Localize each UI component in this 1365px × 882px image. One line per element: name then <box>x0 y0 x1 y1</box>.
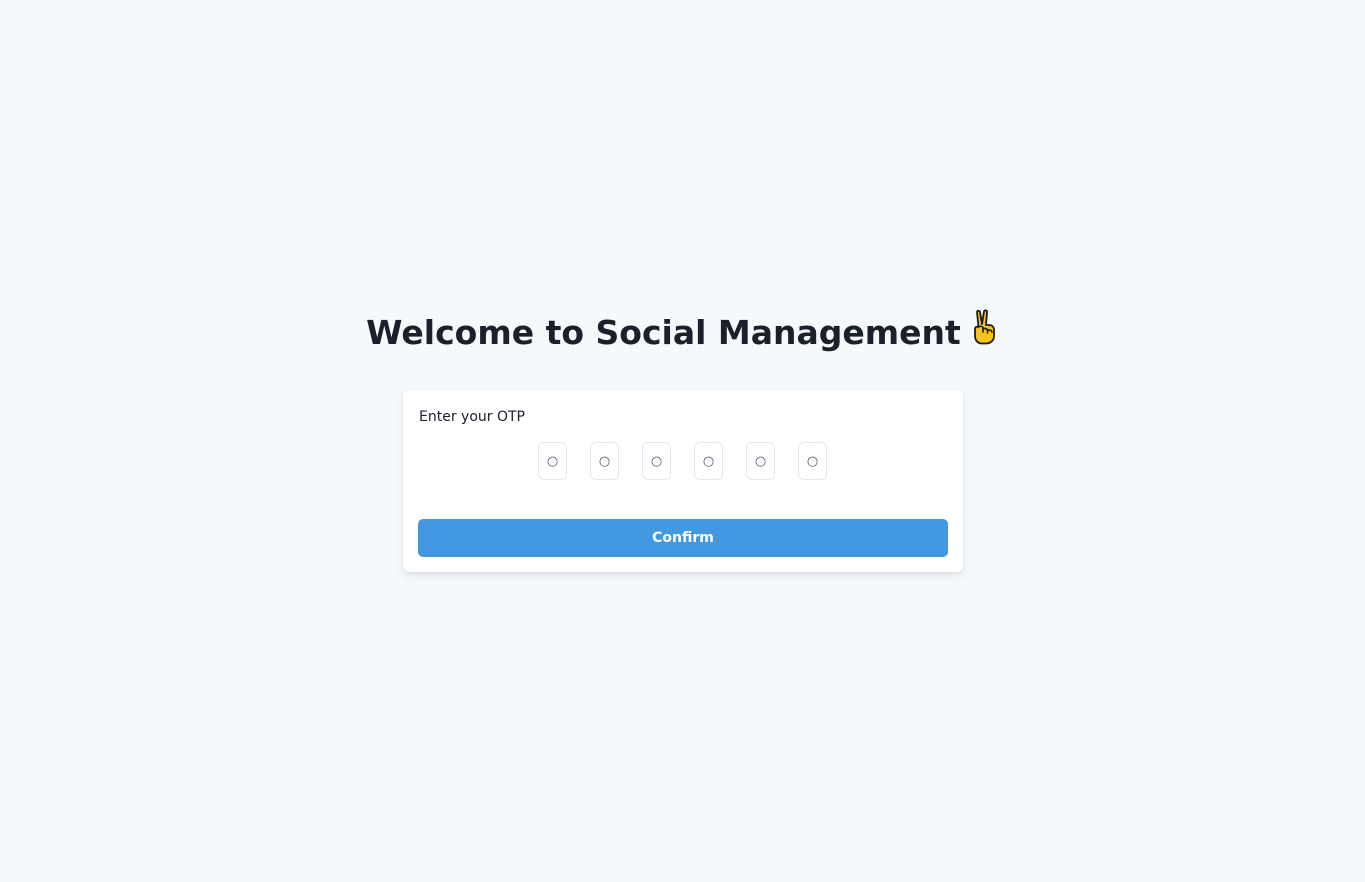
victory-hand-icon <box>971 308 999 355</box>
otp-digit-2-input[interactable] <box>590 442 619 480</box>
otp-digit-5-input[interactable] <box>746 442 775 480</box>
otp-card: Enter your OTP Confirm <box>403 390 963 572</box>
otp-page: Welcome to Social Management Enter your … <box>0 0 1365 882</box>
confirm-button[interactable]: Confirm <box>418 519 948 557</box>
otp-digit-4-input[interactable] <box>694 442 723 480</box>
otp-digit-1-input[interactable] <box>538 442 567 480</box>
otp-label: Enter your OTP <box>419 409 525 425</box>
otp-input-row <box>403 442 963 480</box>
page-title-text: Welcome to Social Management <box>366 313 961 352</box>
page-title: Welcome to Social Management <box>0 308 1365 355</box>
otp-digit-6-input[interactable] <box>798 442 827 480</box>
otp-digit-3-input[interactable] <box>642 442 671 480</box>
